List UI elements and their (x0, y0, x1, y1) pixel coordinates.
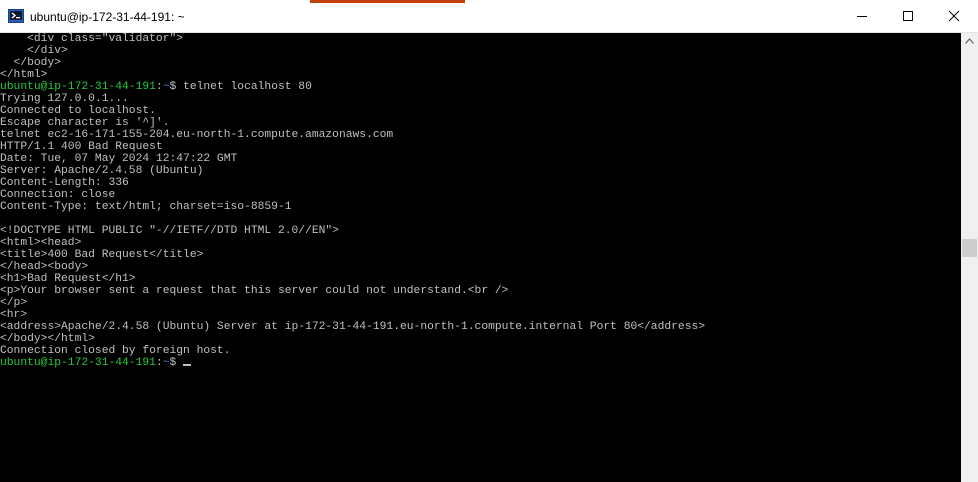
terminal-line: <div class="validator"> (0, 33, 184, 45)
prompt-command: telnet localhost 80 (183, 81, 312, 93)
prompt-user-host: ubuntu@ip-172-31-44-191 (0, 81, 156, 93)
minimize-icon (857, 16, 867, 17)
terminal-line: </html> (0, 69, 48, 81)
close-button[interactable] (931, 0, 977, 32)
terminal-line: <h1>Bad Request</h1> (0, 273, 136, 285)
terminal-line: <hr> (0, 309, 28, 321)
prompt-path: ~ (162, 357, 170, 369)
terminal-window: ubuntu@ip-172-31-44-191: ~ <div class="v… (0, 0, 978, 482)
prompt-path: ~ (162, 81, 170, 93)
terminal-line: </div> (0, 45, 68, 57)
terminal-line: </body> (0, 57, 62, 69)
prompt-separator: : (155, 357, 163, 369)
terminal-line: Trying 127.0.0.1... (0, 93, 129, 105)
prompt-line[interactable]: ubuntu@ip-172-31-44-191:~$ (0, 357, 705, 369)
terminal-line: </body></html> (0, 333, 95, 345)
putty-terminal-icon[interactable] (8, 9, 24, 23)
text-cursor (183, 364, 192, 366)
terminal-line: <title>400 Bad Request</title> (0, 249, 204, 261)
terminal-line: telnet ec2-16-171-155-204.eu-north-1.com… (0, 129, 394, 141)
terminal-line: Content-Type: text/html; charset=iso-885… (0, 201, 292, 213)
prompt-separator: : (155, 81, 163, 93)
maximize-icon (903, 11, 913, 21)
prompt-line: ubuntu@ip-172-31-44-191:~$ telnet localh… (0, 81, 705, 93)
close-icon (948, 10, 960, 22)
prompt-symbol: $ (169, 81, 184, 93)
terminal-output[interactable]: <div class="validator"> </div> </body> <… (0, 33, 961, 482)
scroll-up-button[interactable] (961, 33, 978, 50)
terminal-line: </p> (0, 297, 28, 309)
prompt-symbol: $ (169, 357, 184, 369)
terminal-line: Connection closed by foreign host. (0, 345, 231, 357)
terminal-line: HTTP/1.1 400 Bad Request (0, 141, 163, 153)
terminal-line: </head><body> (0, 261, 89, 273)
terminal-line: Content-Length: 336 (0, 177, 129, 189)
terminal-line: <!DOCTYPE HTML PUBLIC "-//IETF//DTD HTML… (0, 225, 339, 237)
terminal-line: <html><head> (0, 237, 82, 249)
terminal-line: Date: Tue, 07 May 2024 12:47:22 GMT (0, 153, 238, 165)
prompt-user-host: ubuntu@ip-172-31-44-191 (0, 357, 156, 369)
maximize-button[interactable] (885, 0, 931, 32)
terminal-line: Server: Apache/2.4.58 (Ubuntu) (0, 165, 204, 177)
title-bar[interactable]: ubuntu@ip-172-31-44-191: ~ (0, 0, 978, 33)
vertical-scrollbar[interactable] (961, 33, 978, 482)
terminal-line: <address>Apache/2.4.58 (Ubuntu) Server a… (0, 321, 706, 333)
terminal-line: Escape character is '^]'. (0, 117, 170, 129)
window-title: ubuntu@ip-172-31-44-191: ~ (30, 10, 185, 24)
terminal-line: Connection: close (0, 189, 116, 201)
background-window-accent (310, 0, 465, 3)
chevron-up-icon (965, 38, 974, 44)
terminal-line: Connected to localhost. (0, 105, 156, 117)
scrollbar-thumb[interactable] (962, 239, 977, 257)
minimize-button[interactable] (839, 0, 885, 32)
terminal-line: <p>Your browser sent a request that this… (0, 285, 509, 297)
